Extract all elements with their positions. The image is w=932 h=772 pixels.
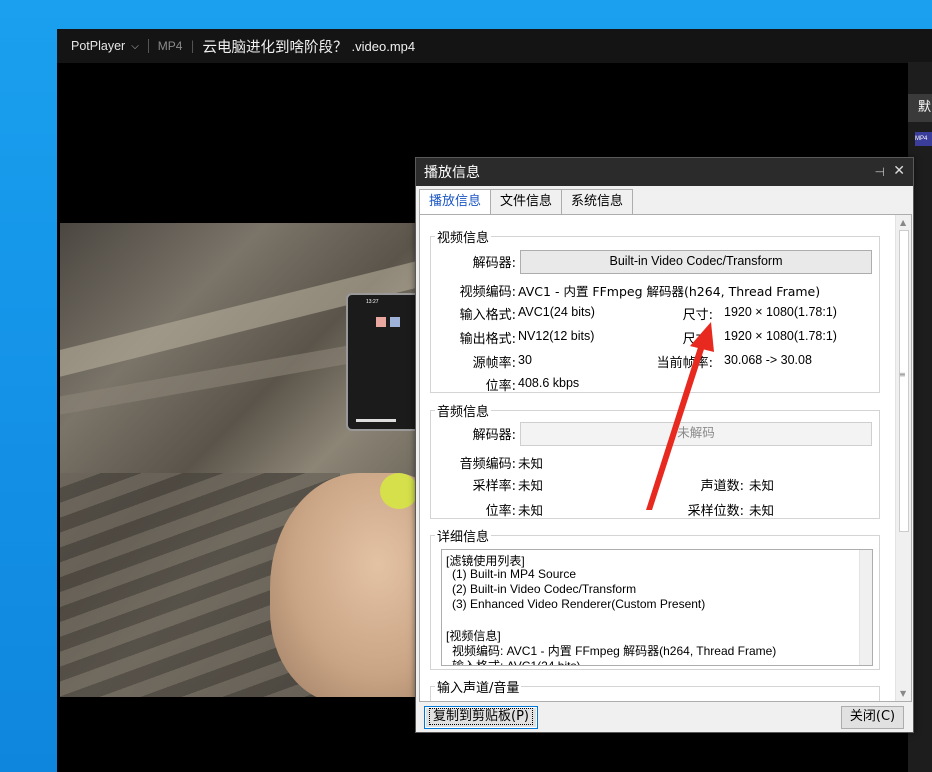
video-codec-value: AVC1 - 内置 FFmpeg 解码器(h264, Thread Frame) [518,284,821,299]
video-title: 云电脑进化到啥阶段？ [202,39,348,56]
pin-icon[interactable]: ⊣ [875,165,885,179]
video-extension: .video.mp4 [351,38,416,54]
detail-info-group: 详细信息 [滤镜使用列表] (1) Built-in MP4 Source (2… [430,526,880,670]
dialog-title-bar[interactable]: 播放信息 ⊣ ✕ [416,158,913,186]
tab-system-info[interactable]: 系统信息 [561,189,634,214]
sample-bits-label: 采样位数: [687,504,744,519]
source-fps-value: 30 [518,353,532,367]
phone-time: 13:27 [366,299,379,305]
input-channel-group: 输入声道/音量 [430,677,880,701]
tab-playback-info[interactable]: 播放信息 [419,189,492,215]
detail-info-legend: 详细信息 [437,530,490,545]
video-decoder-label: 解码器: [472,256,516,271]
home-bar [356,419,396,422]
channels-value: 未知 [749,478,775,493]
video-info-group: 视频信息 解码器: Built-in Video Codec/Transform… [430,227,880,394]
source-fps-label: 源帧率: [472,356,516,371]
current-fps-label: 当前帧率: [656,356,713,371]
detail-line: (2) Built-in Video Codec/Transform [452,582,637,596]
content-scrollbar[interactable]: ▲ ≡ ▼ [895,215,911,701]
input-size-label: 尺寸: [682,308,713,323]
close-button[interactable]: 关闭(C) [841,706,904,729]
output-size-value: 1920 × 1080(1.78:1) [724,329,837,343]
video-info-legend: 视频信息 [437,231,490,246]
input-format-label: 输入格式: [459,308,516,323]
video-codec-label: 视频编码: [459,285,516,300]
title-bar: PotPlayer ⌵ MP4 | 云电脑进化到啥阶段？ .video.mp4 [57,29,932,63]
output-size-label: 尺寸: [682,332,713,347]
phone-in-video: 13:27 [346,293,415,431]
scroll-down-icon[interactable]: ▼ [900,689,906,698]
input-format-value: AVC1(24 bits) [518,305,595,319]
format-badge: MP4 [157,39,183,53]
input-channel-legend: 输入声道/音量 [437,681,520,696]
detail-line: (3) Enhanced Video Renderer(Custom Prese… [452,597,706,611]
app-icon [390,317,400,327]
sample-rate-value: 未知 [518,478,544,493]
detail-scrollbar[interactable] [859,550,872,665]
channels-label: 声道数: [700,479,744,494]
audio-info-group: 音频信息 解码器: 未解码 音频编码: 未知 采样率: 未知 声道数: 未知 位… [430,401,880,519]
audio-info-legend: 音频信息 [437,405,490,420]
output-format-value: NV12(12 bits) [518,329,595,343]
detail-line: 输入格式: AVC1(24 bits) [452,659,581,666]
audio-bitrate-label: 位率: [485,504,516,519]
playback-info-dialog: 播放信息 ⊣ ✕ 播放信息 文件信息 系统信息 视频信息 解码器: Built-… [415,157,914,733]
video-decoder-button[interactable]: Built-in Video Codec/Transform [520,250,872,274]
copy-button-label: 复制到剪贴板(P) [429,708,533,725]
copy-to-clipboard-button[interactable]: 复制到剪贴板(P) [424,706,538,729]
sample-rate-label: 采样率: [472,479,516,494]
dialog-title: 播放信息 [424,165,480,181]
app-icon [376,317,386,327]
audio-decoder-label: 解码器: [472,428,516,443]
audio-codec-label: 音频编码: [459,457,516,472]
scroll-grip-icon: ≡ [899,370,906,379]
playlist-tab[interactable]: 默 [908,94,932,122]
detail-line: (1) Built-in MP4 Source [452,567,577,581]
scroll-up-icon[interactable]: ▲ [900,218,906,227]
video-bitrate-label: 位率: [485,379,516,394]
detail-text-area[interactable]: [滤镜使用列表] (1) Built-in MP4 Source (2) Bui… [441,549,873,666]
divider: | [190,39,195,53]
close-icon[interactable]: ✕ [893,163,905,179]
current-fps-value: 30.068 -> 30.08 [724,353,812,367]
audio-codec-value: 未知 [518,456,544,471]
chevron-down-icon[interactable]: ⌵ [131,41,139,52]
tab-content: 视频信息 解码器: Built-in Video Codec/Transform… [419,214,912,702]
tab-file-info[interactable]: 文件信息 [490,189,563,214]
scrollbar-thumb[interactable] [899,230,909,532]
ball-in-video [380,473,415,509]
video-frame[interactable]: 13:27 [60,223,415,697]
video-bitrate-value: 408.6 kbps [518,376,580,390]
audio-bitrate-value: 未知 [518,503,544,518]
app-menu-button[interactable]: PotPlayer [57,39,125,53]
input-size-value: 1920 × 1080(1.78:1) [724,305,837,319]
output-format-label: 输出格式: [459,332,516,347]
tab-bar: 播放信息 文件信息 系统信息 [419,189,634,215]
sample-bits-value: 未知 [749,503,775,518]
mp4-file-icon[interactable]: MP4 [915,132,932,146]
divider [147,39,149,53]
audio-decoder-button[interactable]: 未解码 [520,422,872,446]
